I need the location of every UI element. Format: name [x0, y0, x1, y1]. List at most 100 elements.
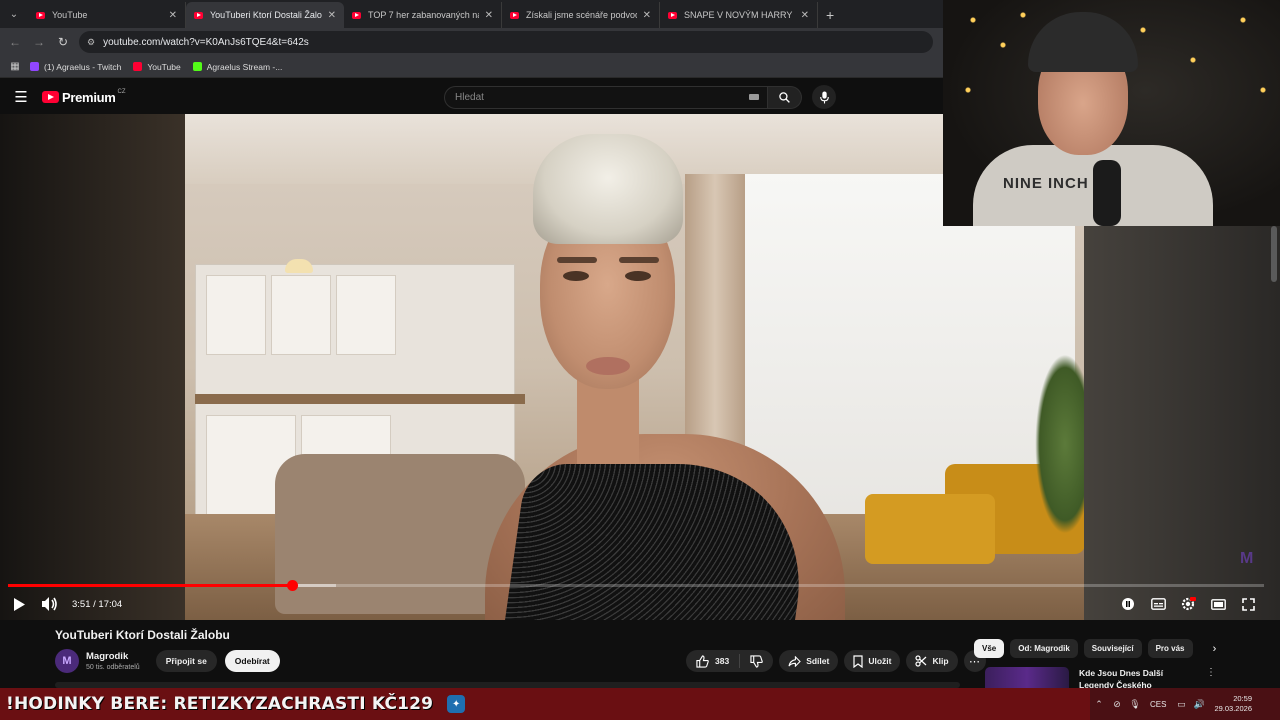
chevron-right-icon[interactable]: ›	[1205, 643, 1225, 655]
video-actions: 383 Sdílet Uložit Klip ⋯	[686, 650, 986, 672]
ticker-text: !HODINKY BERE: RETIZKYZACHRASTI KČ129	[6, 694, 434, 714]
search-icon	[779, 91, 790, 103]
tab-search-chevron-icon[interactable]: ⌄	[0, 0, 28, 28]
play-button[interactable]	[7, 592, 31, 616]
url-field[interactable]: ⚙ youtube.com/watch?v=K0AnJs6TQE4&t=642s	[79, 31, 933, 53]
search-input[interactable]: Hledat	[444, 85, 768, 109]
site-settings-icon[interactable]: ⚙	[87, 37, 95, 48]
page-scrollbar[interactable]	[1271, 226, 1277, 282]
logo-text: Premium	[62, 89, 116, 105]
scene-yellow-chair	[865, 494, 995, 564]
video-blur-left	[0, 114, 185, 620]
bookmark-label: Agraelus Stream -...	[206, 61, 283, 72]
scene-plant	[1035, 354, 1084, 534]
logo-country: CZ	[117, 89, 126, 95]
back-arrow-icon[interactable]: ←	[3, 35, 27, 49]
reload-icon[interactable]: ↻	[51, 35, 75, 49]
tab-scenare-podvodniku[interactable]: Získali jsme scénáře podvodník ✕	[502, 2, 660, 28]
voice-search-button[interactable]	[812, 85, 836, 109]
tab-close-icon[interactable]: ✕	[485, 10, 493, 21]
channel-meta: Magrodik 50 tis. odběratelů	[86, 651, 140, 671]
join-button[interactable]: Připojit se	[155, 650, 217, 672]
apps-grid-icon[interactable]: ▦	[0, 61, 30, 72]
tab-close-icon[interactable]: ✕	[801, 10, 809, 21]
chip-for-you[interactable]: Pro vás	[1147, 639, 1193, 658]
keyboard-icon[interactable]	[749, 94, 759, 100]
forward-arrow-icon[interactable]: →	[27, 35, 51, 49]
clip-label: Klip	[932, 656, 949, 666]
channel-name[interactable]: Magrodik	[86, 651, 140, 662]
youtube-favicon-icon	[668, 11, 677, 19]
save-label: Uložit	[868, 656, 892, 666]
subtitles-button[interactable]	[1146, 592, 1170, 616]
bookmark-icon	[853, 654, 863, 668]
chevron-up-icon[interactable]: ⌃	[1090, 699, 1108, 710]
tab-close-icon[interactable]: ✕	[643, 10, 651, 21]
tab-title: YouTube	[52, 10, 88, 20]
bookmark-youtube[interactable]: YouTube	[133, 61, 181, 72]
browser-tab-bar: ⌄ YouTube ✕ YouTuberi Ktorí Dostali Žalo…	[0, 0, 943, 28]
chip-all[interactable]: Vše	[974, 639, 1005, 658]
language-indicator[interactable]: CES	[1150, 700, 1166, 709]
search-button[interactable]	[768, 85, 802, 109]
streamer-webcam: NINE INCH	[943, 0, 1280, 226]
dislike-button[interactable]	[740, 654, 773, 668]
autoplay-icon	[1122, 598, 1134, 610]
clip-button[interactable]: Klip	[906, 650, 958, 672]
fullscreen-icon	[1241, 597, 1255, 611]
play-icon	[14, 597, 25, 611]
kick-icon	[192, 62, 202, 71]
new-tab-button[interactable]: +	[818, 2, 842, 28]
network-off-icon[interactable]: ⊘	[1108, 699, 1126, 710]
address-bar-row: ← → ↻ ⚙ youtube.com/watch?v=K0AnJs6TQE4&…	[0, 28, 943, 56]
subscribe-button[interactable]: Odebírat	[224, 650, 280, 672]
share-button[interactable]: Sdílet	[779, 650, 839, 672]
search-box: Hledat	[444, 85, 836, 109]
steam-icon: ✦	[447, 695, 466, 713]
theater-mode-button[interactable]	[1206, 592, 1230, 616]
autoplay-toggle[interactable]	[1116, 592, 1140, 616]
theater-mode-icon	[1210, 598, 1226, 610]
speaker-icon[interactable]: 🔊	[1190, 699, 1208, 710]
tab-title: SNAPE V NOVÝM HARRY POTT	[684, 10, 795, 20]
clock-date: 29.03.2026	[1214, 704, 1252, 713]
fullscreen-button[interactable]	[1236, 592, 1260, 616]
settings-button[interactable]	[1176, 592, 1200, 616]
bookmark-kick-stream[interactable]: Agraelus Stream -...	[192, 61, 283, 72]
video-presenter	[485, 129, 845, 620]
gear-icon	[1181, 597, 1196, 611]
chip-from-channel[interactable]: Od: Magrodik	[1010, 639, 1078, 658]
time-display: 3:51 / 17:04	[72, 598, 123, 610]
volume-button[interactable]	[38, 592, 62, 616]
bookmarks-bar: ▦ (1) Agraelus - Twitch YouTube Agraelus…	[0, 56, 943, 78]
tab-title: Získali jsme scénáře podvodník	[526, 10, 637, 20]
channel-watermark-icon[interactable]: M	[1240, 550, 1260, 568]
player-right-controls	[1116, 592, 1260, 616]
channel-avatar[interactable]: M	[55, 649, 79, 673]
volume-icon	[42, 597, 57, 611]
microphone-icon[interactable]: 🎙	[1126, 699, 1144, 710]
tab-snape-harry-potter[interactable]: SNAPE V NOVÝM HARRY POTT ✕	[660, 2, 818, 28]
save-button[interactable]: Uložit	[844, 650, 901, 672]
bookmark-label: YouTube	[147, 61, 181, 72]
search-placeholder: Hledat	[455, 91, 484, 103]
clock[interactable]: 20:59 29.03.2026	[1214, 694, 1252, 714]
tab-top7-her[interactable]: TOP 7 her zabanovaných na Ste ✕	[344, 2, 502, 28]
progress-scrubber[interactable]	[286, 580, 298, 591]
bookmark-twitch[interactable]: (1) Agraelus - Twitch	[30, 62, 121, 72]
youtube-premium-logo[interactable]: Premium CZ	[42, 89, 126, 105]
tab-close-icon[interactable]: ✕	[328, 10, 336, 21]
display-icon[interactable]: ▭	[1172, 699, 1190, 710]
microphone	[1093, 160, 1121, 226]
tab-youtuberi-zaloba[interactable]: YouTuberi Ktorí Dostali Žalobu ✕	[186, 2, 344, 28]
like-button[interactable]: 383	[686, 654, 741, 668]
tab-youtube[interactable]: YouTube ✕	[28, 2, 186, 28]
tab-close-icon[interactable]: ✕	[169, 10, 177, 21]
share-label: Sdílet	[806, 656, 830, 666]
youtube-favicon-icon	[352, 11, 361, 19]
chip-related[interactable]: Související	[1083, 639, 1142, 658]
subtitles-icon	[1150, 598, 1166, 610]
system-tray: ⌃ ⊘ 🎙 CES ▭ 🔊 20:59 29.03.2026	[1090, 688, 1280, 720]
menu-icon[interactable]: ☰	[0, 88, 42, 106]
video-progress-bar[interactable]	[8, 580, 1264, 591]
